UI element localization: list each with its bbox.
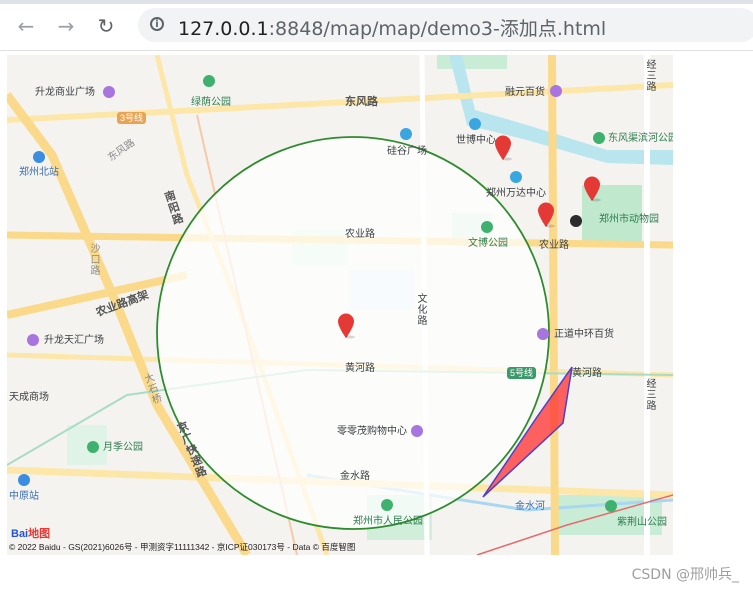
info-icon[interactable]: i bbox=[150, 17, 164, 31]
shopping-icon[interactable] bbox=[550, 85, 562, 97]
map-marker-pin[interactable] bbox=[537, 202, 555, 228]
shopping-icon[interactable] bbox=[27, 334, 39, 346]
url-host: 127.0.0.1 bbox=[178, 18, 269, 40]
map-marker-pin[interactable] bbox=[337, 313, 355, 339]
river-dongfengqu bbox=[449, 55, 673, 165]
poi-label-lingling[interactable]: 零零茂购物中心 bbox=[337, 426, 407, 438]
building-icon[interactable] bbox=[400, 128, 412, 140]
shopping-icon[interactable] bbox=[411, 425, 423, 437]
poi-label-shibo[interactable]: 世博中心 bbox=[456, 135, 496, 147]
subway-badge-line5: 5号线 bbox=[507, 367, 537, 379]
poi-label-lvyin[interactable]: 绿荫公园 bbox=[191, 97, 231, 109]
poi-label-dongfeng-park[interactable]: 东风渠滨河公园 bbox=[608, 133, 673, 145]
road-label-huanghe-east: 黄河路 bbox=[572, 368, 602, 379]
poi-label-zhengzhou-north[interactable]: 郑州北站 bbox=[19, 167, 59, 179]
tab-strip-edge bbox=[0, 0, 753, 4]
browser-toolbar: ← → ↻ i 127.0.0.1:8848/map/map/demo3-添加点… bbox=[0, 0, 753, 51]
address-bar[interactable]: i 127.0.0.1:8848/map/map/demo3-添加点.html bbox=[138, 8, 753, 42]
shopping-icon[interactable] bbox=[103, 86, 115, 98]
baidu-map-logo[interactable]: Bai地图 bbox=[11, 525, 50, 541]
reload-icon[interactable]: ↻ bbox=[92, 12, 120, 40]
river-label-jinshui: 金水河 bbox=[515, 501, 545, 512]
poi-label-zhengdao[interactable]: 正道中环百货 bbox=[554, 329, 614, 341]
poi-label-wenbo[interactable]: 文博公园 bbox=[468, 238, 508, 250]
road-label-wenhua: 文化路 bbox=[415, 293, 426, 326]
building-icon[interactable] bbox=[469, 118, 481, 130]
arrow-right-icon[interactable]: → bbox=[52, 12, 80, 40]
map-marker-pin[interactable] bbox=[494, 135, 512, 161]
road-label-jingsan-top: 经三路 bbox=[644, 59, 655, 92]
logo-suffix: 地图 bbox=[28, 528, 51, 540]
map-marker-pin[interactable] bbox=[583, 176, 601, 202]
road-label-huanghe: 黄河路 bbox=[345, 363, 375, 374]
poi-label-guigu[interactable]: 硅谷广场 bbox=[387, 146, 427, 158]
subway-badge-line3: 3号线 bbox=[117, 112, 147, 124]
poi-label-shengda[interactable]: 升龙商业广场 bbox=[35, 87, 95, 99]
poi-label-yueji[interactable]: 月季公园 bbox=[103, 442, 143, 454]
arrow-left-icon[interactable]: ← bbox=[12, 12, 40, 40]
park-icon[interactable] bbox=[605, 500, 617, 512]
road-label-jinshui: 金水路 bbox=[340, 471, 370, 482]
poi-label-rongyuan[interactable]: 融元百货 bbox=[505, 87, 545, 99]
poi-label-wanda[interactable]: 郑州万达中心 bbox=[486, 188, 546, 200]
park-area-top bbox=[437, 55, 507, 69]
poi-label-renmin[interactable]: 郑州市人民公园 bbox=[353, 516, 423, 528]
road-label-nongye-east: 农业路 bbox=[539, 240, 569, 251]
train-station-icon[interactable] bbox=[33, 151, 45, 163]
poi-label-shengtianhui[interactable]: 升龙天汇广场 bbox=[44, 335, 104, 347]
road-label-dongfeng: 东风路 bbox=[345, 96, 378, 108]
map-copyright: © 2022 Baidu - GS(2021)6026号 - 甲测资字11111… bbox=[9, 542, 356, 552]
park-icon[interactable] bbox=[87, 441, 99, 453]
road-label-nongye: 农业路 bbox=[345, 229, 375, 240]
zoo-icon[interactable] bbox=[570, 215, 582, 227]
poi-label-tiancheng[interactable]: 天成商场 bbox=[9, 392, 49, 404]
map-container[interactable]: 东风路 农业路 农业路 农业路高架 黄河路 黄河路 金水路 南阳路 文化路 东风… bbox=[7, 55, 673, 555]
shopping-icon[interactable] bbox=[537, 328, 549, 340]
url-text[interactable]: 127.0.0.1:8848/map/map/demo3-添加点.html bbox=[178, 14, 606, 41]
road-label-jingsan-bottom: 经三路 bbox=[644, 378, 655, 411]
road-label-shakou: 沙口路 bbox=[88, 243, 99, 276]
url-path: :8848/map/map/demo3-添加点.html bbox=[268, 18, 607, 40]
poi-label-zijingshan[interactable]: 紫荆山公园 bbox=[617, 517, 667, 529]
park-icon[interactable] bbox=[203, 75, 215, 87]
poi-label-zhongyuan[interactable]: 中原站 bbox=[9, 491, 39, 503]
train-station-icon[interactable] bbox=[18, 474, 30, 486]
park-icon[interactable] bbox=[593, 132, 605, 144]
logo-text: Bai bbox=[11, 528, 29, 540]
watermark: CSDN @邢帅兵_ bbox=[631, 567, 739, 583]
poi-label-zoo[interactable]: 郑州市动物园 bbox=[599, 214, 659, 226]
building-icon[interactable] bbox=[510, 171, 522, 183]
park-icon[interactable] bbox=[381, 499, 393, 511]
park-icon[interactable] bbox=[481, 221, 493, 233]
